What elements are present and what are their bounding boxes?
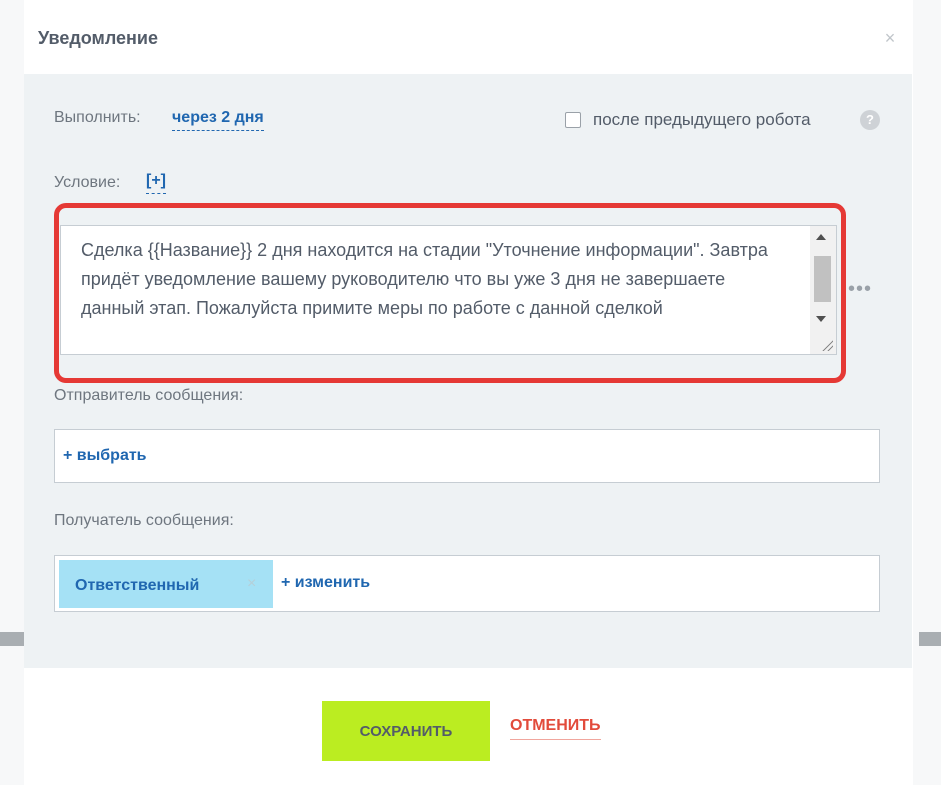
tag-remove-icon[interactable]: × (247, 575, 256, 593)
recipient-field[interactable]: Ответственный × + изменить (54, 555, 880, 612)
recipient-tag[interactable]: Ответственный × (59, 560, 273, 608)
recipient-tag-label: Ответственный (75, 577, 200, 594)
help-icon[interactable]: ? (860, 110, 880, 130)
message-scrollbar[interactable] (810, 226, 836, 354)
after-previous-checkbox[interactable] (565, 112, 581, 128)
resize-grip-icon[interactable] (821, 339, 833, 351)
execute-delay-link[interactable]: через 2 дня (172, 109, 264, 131)
save-button[interactable]: СОХРАНИТЬ (322, 701, 490, 761)
condition-label: Условие: (54, 174, 121, 191)
scroll-thumb[interactable] (814, 256, 831, 302)
sender-field[interactable]: + выбрать (54, 429, 880, 483)
notification-dialog: Уведомление × Выполнить: через 2 дня пос… (0, 0, 941, 785)
dialog-title: Уведомление (38, 28, 159, 48)
sender-label: Отправитель сообщения: (54, 387, 244, 404)
more-options-icon[interactable]: ••• (848, 278, 872, 301)
sender-choose-link[interactable]: + выбрать (63, 447, 147, 465)
condition-add-link[interactable]: [+] (146, 172, 166, 194)
message-text[interactable]: Сделка {{Название}} 2 дня находится на с… (81, 236, 791, 323)
execute-label: Выполнить: (54, 109, 141, 126)
after-previous-label[interactable]: после предыдущего робота (593, 110, 811, 130)
close-icon[interactable]: × (880, 28, 900, 48)
recipient-change-link[interactable]: + изменить (281, 574, 370, 592)
scroll-down-arrow-icon[interactable] (816, 316, 826, 322)
cancel-button[interactable]: ОТМЕНИТЬ (510, 717, 601, 740)
recipient-label: Получатель сообщения: (54, 512, 234, 529)
message-textarea[interactable]: Сделка {{Название}} 2 дня находится на с… (60, 225, 837, 355)
scroll-up-arrow-icon[interactable] (816, 234, 826, 240)
